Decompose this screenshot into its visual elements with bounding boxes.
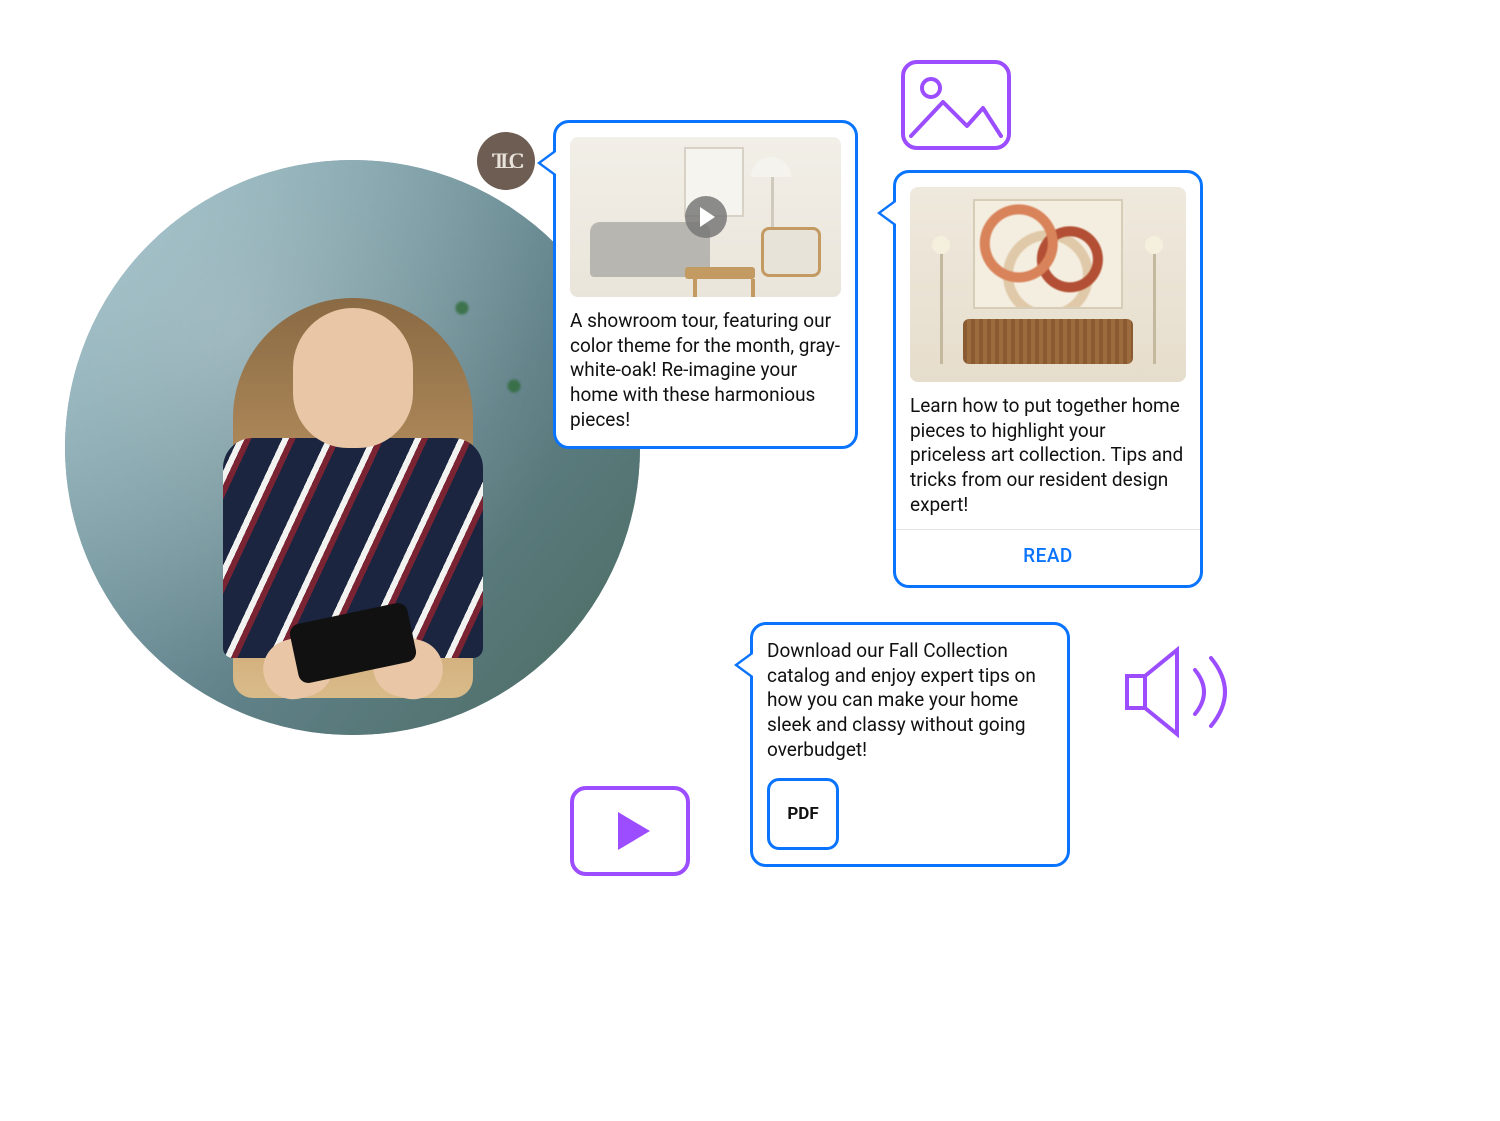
read-button[interactable]: READ [1023, 544, 1073, 567]
message-bubble-article: Learn how to put together home pieces to… [893, 170, 1203, 588]
brand-avatar: TLC [477, 132, 535, 190]
video-icon [570, 786, 690, 880]
message-text: Learn how to put together home pieces to… [910, 394, 1186, 517]
play-icon[interactable] [685, 196, 727, 238]
image-icon [901, 60, 1011, 154]
message-bubble-download: Download our Fall Collection catalog and… [750, 622, 1070, 867]
message-text: A showroom tour, featuring our color the… [570, 309, 841, 432]
message-text: Download our Fall Collection catalog and… [767, 639, 1053, 762]
video-thumbnail[interactable] [570, 137, 841, 297]
message-bubble-video: A showroom tour, featuring our color the… [553, 120, 858, 449]
pdf-download-button[interactable]: PDF [767, 778, 839, 850]
audio-icon [1123, 642, 1253, 746]
brand-avatar-label: TLC [493, 148, 520, 174]
pdf-label: PDF [787, 803, 818, 825]
article-thumbnail[interactable] [910, 187, 1186, 382]
